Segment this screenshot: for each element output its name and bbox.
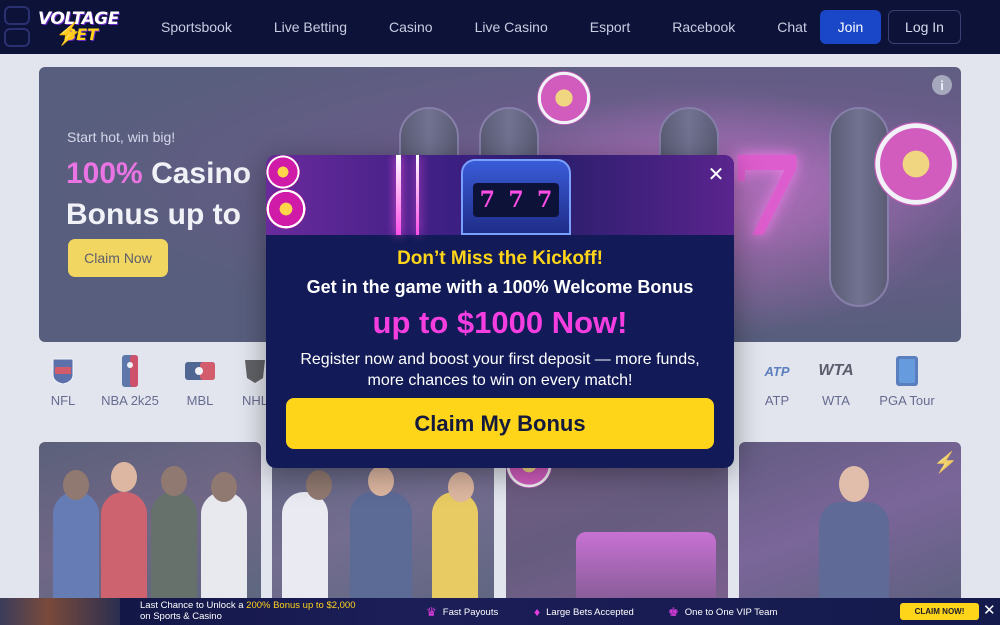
bag-icon: ♦	[534, 605, 541, 619]
main-nav: Sportsbook Live Betting Casino Live Casi…	[140, 0, 828, 54]
welcome-bonus-modal: 777 ✕ Don’t Miss the Kickoff! Get in the…	[266, 155, 734, 468]
promo-close-icon[interactable]: ✕	[983, 602, 996, 620]
nav-live-casino[interactable]: Live Casino	[475, 19, 548, 35]
nav-casino[interactable]: Casino	[389, 19, 433, 35]
modal-body: Register now and boost your first deposi…	[266, 349, 734, 391]
nav-chat[interactable]: Chat	[777, 19, 807, 35]
modal-banner-image: 777	[266, 155, 734, 235]
login-button[interactable]: Log In	[888, 10, 961, 44]
lightning-icon: ⚡	[55, 21, 83, 46]
join-button[interactable]: Join	[820, 10, 881, 44]
slot-machine-graphic: 777	[461, 159, 571, 235]
feature-vip-team: ♚ One to One VIP Team	[668, 605, 778, 619]
promo-text-line2: on Sports & Casino	[140, 611, 222, 622]
promo-bar: Last Chance to Unlock a 200% Bonus up to…	[0, 598, 1000, 625]
claim-bonus-button[interactable]: Claim My Bonus	[286, 398, 714, 449]
modal-bonus-amount: up to $1000 Now!	[372, 305, 628, 340]
nav-esport[interactable]: Esport	[590, 19, 630, 35]
sports-balls-graphic	[0, 598, 120, 625]
feature-large-bets: ♦ Large Bets Accepted	[534, 605, 634, 619]
nav-sportsbook[interactable]: Sportsbook	[161, 19, 232, 35]
promo-highlight: 200% Bonus up to $2,000	[246, 600, 356, 611]
nav-racebook[interactable]: Racebook	[672, 19, 735, 35]
promo-text: Last Chance to Unlock a 200% Bonus up to…	[140, 600, 356, 622]
modal-body-line1: Register now and boost your first deposi…	[300, 351, 700, 368]
promo-claim-button[interactable]: CLAIM NOW!	[900, 603, 979, 620]
feature-fast-payouts: ♛ Fast Payouts	[426, 605, 499, 619]
modal-subheadline: Get in the game with a 100% Welcome Bonu…	[306, 277, 694, 297]
crown-icon: ♚	[668, 605, 679, 619]
modal-close-icon[interactable]: ✕	[706, 165, 726, 185]
casino-chip-graphic	[266, 155, 300, 189]
menu-toggle-icon[interactable]	[4, 6, 32, 48]
top-header: VOLTAGE BET ⚡ Sportsbook Live Betting Ca…	[0, 0, 1000, 54]
payout-icon: ♛	[426, 605, 437, 619]
modal-body-line2: more chances to win on every match!	[367, 372, 633, 389]
casino-chip-graphic	[266, 189, 306, 229]
site-logo[interactable]: VOLTAGE BET ⚡	[38, 9, 119, 47]
nav-live-betting[interactable]: Live Betting	[274, 19, 347, 35]
modal-headline: Don’t Miss the Kickoff!	[397, 248, 603, 269]
